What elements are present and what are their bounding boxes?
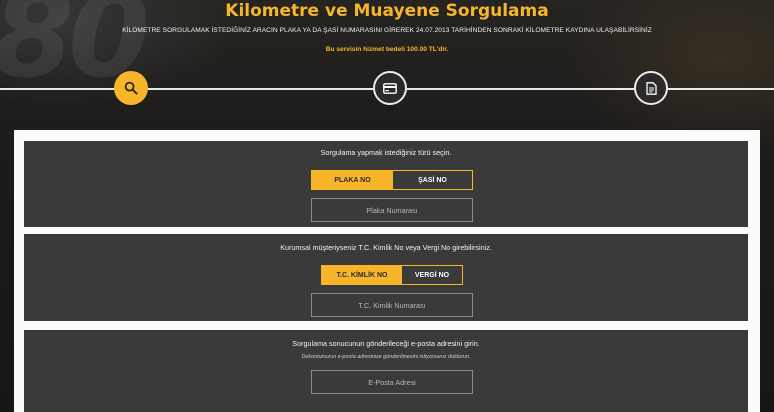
- email-label: Sorgulama sonucunun gönderileceği e-post…: [292, 339, 480, 348]
- corporate-id-toggle: T.C. KİMLİK NO VERGİ NO: [321, 265, 463, 285]
- step-result[interactable]: [634, 71, 668, 105]
- step-search[interactable]: [114, 71, 148, 105]
- query-form-panel: Sorgulama yapmak istediğiniz türü seçin.…: [14, 130, 760, 412]
- corporate-id-label: Kurumsal müşteriyseniz T.C. Kimlik No ve…: [280, 243, 492, 252]
- query-type-toggle: PLAKA NO ŞASİ NO: [311, 170, 473, 190]
- credit-card-icon: [383, 82, 397, 94]
- email-input[interactable]: [311, 370, 473, 394]
- query-type-label: Sorgulama yapmak istediğiniz türü seçin.: [320, 148, 452, 157]
- plaka-no-option[interactable]: PLAKA NO: [312, 171, 393, 189]
- page-title: Kilometre ve Muayene Sorgulama: [225, 1, 549, 21]
- service-fee-note: Bu servisin hizmet bedeli 100.00 TL'dir.: [325, 46, 449, 53]
- plate-number-input[interactable]: [311, 198, 473, 222]
- tc-kimlik-no-option[interactable]: T.C. KİMLİK NO: [322, 266, 402, 284]
- step-payment[interactable]: [373, 71, 407, 105]
- document-icon: [645, 81, 657, 95]
- email-section: Sorgulama sonucunun gönderileceği e-post…: [24, 330, 748, 412]
- sasi-no-option[interactable]: ŞASİ NO: [393, 171, 472, 189]
- email-note: Dekontunuzun e-posta adresinize gönderil…: [301, 354, 471, 360]
- search-icon: [124, 81, 138, 95]
- query-type-section: Sorgulama yapmak istediğiniz türü seçin.…: [24, 141, 748, 227]
- tc-kimlik-number-input[interactable]: [311, 293, 473, 317]
- page-description: KİLOMETRE SORGULAMAK İSTEDİĞİNİZ ARACIN …: [122, 27, 652, 34]
- vergi-no-option[interactable]: VERGİ NO: [402, 266, 462, 284]
- corporate-id-section: Kurumsal müşteriyseniz T.C. Kimlik No ve…: [24, 234, 748, 321]
